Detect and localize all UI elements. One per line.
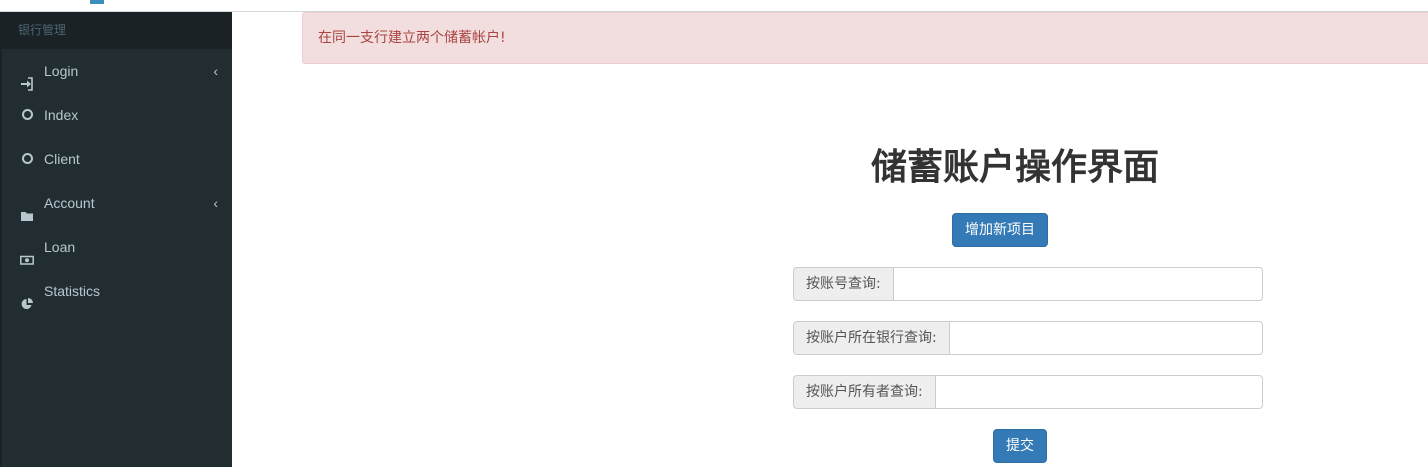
- circle-icon: [22, 153, 33, 164]
- money-icon: [20, 240, 34, 265]
- sidebar-item-label: Login: [44, 63, 79, 79]
- sidebar-item-login[interactable]: Login ‹: [2, 49, 232, 93]
- search-by-account-input[interactable]: [892, 267, 1263, 301]
- submit-button[interactable]: 提交: [993, 429, 1047, 463]
- search-by-account-label: 按账号查询:: [793, 267, 893, 301]
- search-by-owner-label: 按账户所有者查询:: [793, 375, 935, 409]
- add-new-item-button[interactable]: 增加新项目: [952, 213, 1048, 247]
- sidebar-item-label: Loan: [44, 239, 76, 255]
- folder-icon: [20, 196, 34, 221]
- chevron-left-icon: ‹: [213, 195, 218, 211]
- sidebar-item-loan[interactable]: Loan: [2, 225, 232, 269]
- sidebar-item-label: Account: [44, 195, 95, 211]
- chevron-left-icon: ‹: [213, 63, 218, 79]
- sidebar-item-statistics[interactable]: Statistics: [2, 269, 232, 313]
- sidebar-item-client[interactable]: Client: [2, 137, 232, 181]
- search-by-bank-label: 按账户所在银行查询:: [793, 321, 949, 355]
- sign-in-icon: [20, 64, 34, 91]
- page-title: 储蓄账户操作界面: [870, 147, 1159, 188]
- sidebar-item-label: Index: [44, 107, 79, 123]
- sidebar-item-index[interactable]: Index: [2, 93, 232, 137]
- sidebar-item-label: Client: [44, 151, 80, 167]
- search-by-bank-group: 按账户所在银行查询:: [793, 321, 1263, 355]
- sidebar-item-account[interactable]: Account ‹: [2, 181, 232, 225]
- sidebar-item-label: Statistics: [44, 283, 101, 299]
- top-navbar: [0, 0, 1428, 12]
- search-by-owner-input[interactable]: [934, 375, 1263, 409]
- navbar-fragment: [90, 0, 104, 4]
- search-by-account-group: 按账号查询:: [793, 267, 1263, 301]
- sidebar-header: 银行管理: [2, 12, 232, 49]
- pie-chart-icon: [20, 284, 34, 309]
- error-alert: 在同一支行建立两个储蓄帐户!: [302, 12, 1428, 64]
- search-by-owner-group: 按账户所有者查询:: [793, 375, 1263, 409]
- circle-icon: [22, 109, 33, 120]
- search-by-bank-input[interactable]: [948, 321, 1263, 355]
- sidebar: 银行管理 Login ‹ Index Client Account ‹ Loan…: [0, 12, 232, 467]
